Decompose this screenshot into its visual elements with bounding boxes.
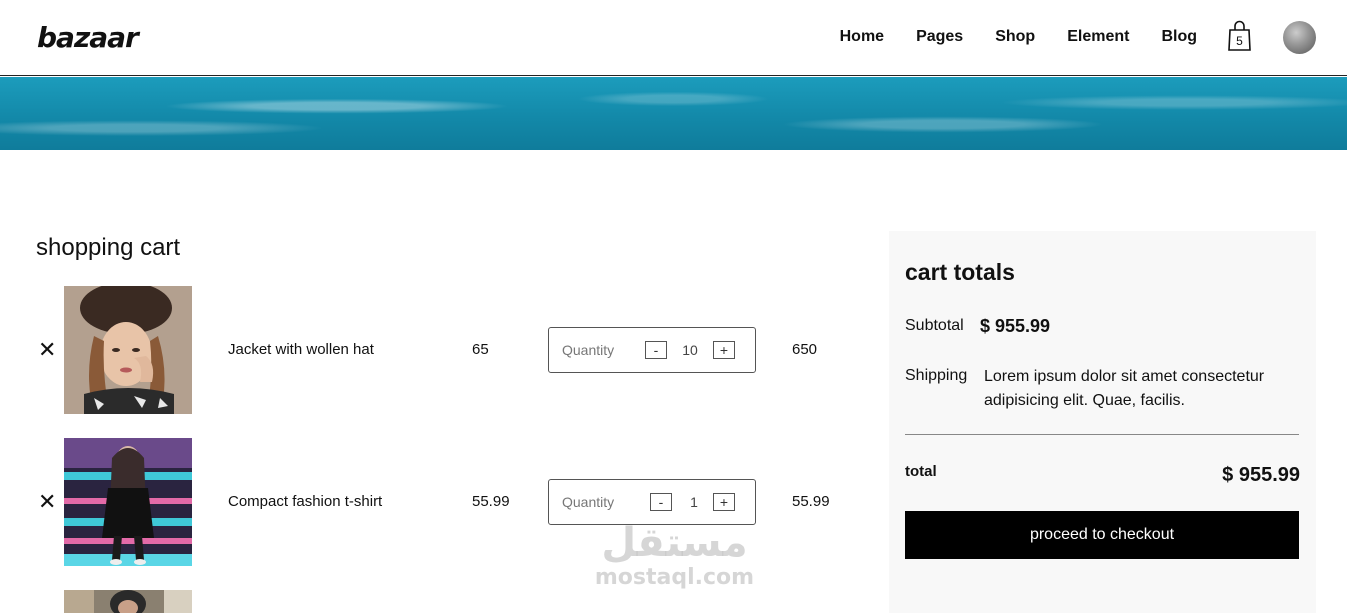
shipping-label: Shipping (905, 367, 968, 384)
quantity-value[interactable]: 10 (675, 341, 705, 359)
proceed-to-checkout-button[interactable]: proceed to checkout (905, 511, 1299, 559)
nav-pages[interactable]: Pages (916, 27, 963, 47)
main-nav: Home Pages Shop Element Blog (840, 27, 1197, 47)
item-subtotal: 55.99 (792, 493, 830, 510)
watermark-arabic: مستقل (601, 520, 748, 566)
nav-blog[interactable]: Blog (1161, 27, 1197, 47)
product-name[interactable]: Jacket with wollen hat (228, 340, 374, 360)
product-thumbnail[interactable] (64, 438, 192, 566)
remove-item-button[interactable]: ✕ (38, 491, 56, 513)
shipping-description: Lorem ipsum dolor sit amet consectetur a… (984, 368, 1265, 409)
user-avatar[interactable] (1283, 21, 1316, 54)
nav-element[interactable]: Element (1067, 27, 1129, 47)
subtotal-label: Subtotal (905, 317, 964, 334)
shopping-bag-icon[interactable]: 5 (1227, 20, 1252, 52)
cart-title: shopping cart (36, 234, 181, 261)
nav-shop[interactable]: Shop (995, 27, 1035, 47)
remove-item-button[interactable]: ✕ (38, 339, 56, 361)
product-thumbnail[interactable] (64, 286, 192, 414)
product-price: 65 (472, 341, 489, 358)
quantity-stepper: Quantity - 10 + (548, 327, 756, 373)
product-thumbnail[interactable] (64, 590, 192, 613)
cart-totals-title: cart totals (905, 259, 1015, 285)
product-price: 55.99 (472, 493, 510, 510)
cart-totals-panel: cart totals Subtotal $ 955.99 Shipping L… (889, 231, 1316, 613)
product-name[interactable]: Compact fashion t-shirt (228, 492, 382, 512)
divider (905, 434, 1299, 435)
quantity-label: Quantity (562, 342, 615, 358)
watermark-logo: مستقل mostaql.com (592, 520, 757, 590)
quantity-increase-button[interactable]: + (713, 341, 735, 359)
quantity-stepper: Quantity - 1 + (548, 479, 756, 525)
quantity-label: Quantity (562, 494, 615, 510)
quantity-decrease-button[interactable]: - (645, 341, 667, 359)
site-header: bazaar Home Pages Shop Element Blog 5 (0, 0, 1347, 76)
cart-item-row: ✕ Jacket with wollen hat 65 Quantity - 1… (0, 286, 880, 414)
watermark-latin: mostaql.com (594, 565, 755, 590)
total-value: $ 955.99 (1222, 464, 1300, 486)
subtotal-value: $ 955.99 (980, 316, 1051, 336)
brand-logo[interactable]: bazaar (37, 20, 139, 56)
cart-count: 5 (1236, 34, 1243, 48)
quantity-value[interactable]: 1 (679, 493, 709, 511)
nav-home[interactable]: Home (840, 27, 884, 47)
item-subtotal: 650 (792, 341, 818, 358)
quantity-decrease-button[interactable]: - (650, 493, 672, 511)
total-label: total (905, 463, 937, 480)
hero-banner-image (0, 77, 1347, 150)
quantity-increase-button[interactable]: + (713, 493, 735, 511)
